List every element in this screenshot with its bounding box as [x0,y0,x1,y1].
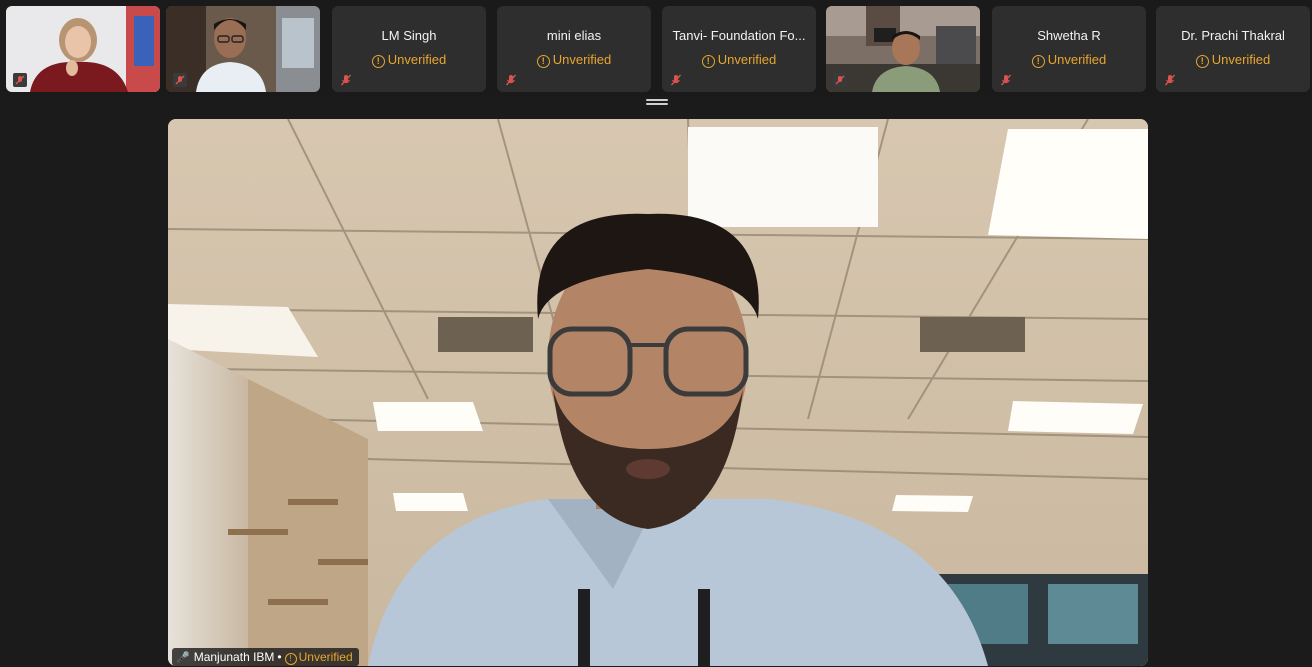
speaker-video-frame [168,119,1148,666]
mic-muted-icon [505,74,517,86]
participant-tile[interactable]: mini elias ! Unverified [497,6,651,92]
warning-circle-icon: ! [371,55,385,68]
mic-muted-icon [1164,74,1176,86]
participant-tile[interactable]: Tanvi- Foundation Fo... ! Unverified [662,6,816,92]
participant-tile[interactable] [826,6,980,92]
participant-tile[interactable]: Shwetha R ! Unverified [992,6,1146,92]
participant-tile[interactable]: LM Singh ! Unverified [332,6,486,92]
participant-name: Tanvi- Foundation Fo... [672,28,806,43]
warning-circle-icon: ! [1195,55,1209,68]
participant-tile[interactable]: Dr. Prachi Thakral ! Unverified [1156,6,1310,92]
participant-name: mini elias [546,28,602,43]
participant-video [6,6,160,92]
warning-circle-icon: ! [284,653,297,665]
warning-circle-icon: ! [1031,55,1045,68]
mic-muted-icon [833,73,847,87]
mic-muted-icon [1000,74,1012,86]
resize-handle-icon[interactable] [646,99,668,105]
speaker-name-tag: 🎤 Manjunath IBM •! Unverified [172,648,359,666]
verification-status: ! Unverified [332,52,486,68]
mic-muted-icon [173,73,187,87]
verification-status: ! Unverified [497,52,651,68]
participant-video [166,6,320,92]
participant-tile[interactable] [6,6,160,92]
mic-muted-icon [340,74,352,86]
separator: • [277,650,282,664]
verification-status: ! Unverified [1156,52,1310,68]
participant-strip: LM Singh ! Unverified mini elias ! Unverif… [0,0,1312,96]
active-speaker-video[interactable] [168,119,1148,666]
participant-tile[interactable] [166,6,320,92]
warning-circle-icon: ! [536,55,550,68]
verification-status: ! Unverified [284,650,353,665]
verification-status: ! Unverified [662,52,816,68]
participant-name: Shwetha R [1037,28,1101,43]
speaker-name: Manjunath IBM [193,650,275,664]
warning-circle-icon: ! [701,55,715,68]
mic-active-icon: 🎤 [176,652,190,664]
participant-name: LM Singh [381,28,437,43]
verification-status: ! Unverified [992,52,1146,68]
participant-name: Dr. Prachi Thakral [1181,28,1285,43]
mic-muted-icon [670,74,682,86]
participant-video [826,6,980,92]
mic-muted-icon [13,73,27,87]
